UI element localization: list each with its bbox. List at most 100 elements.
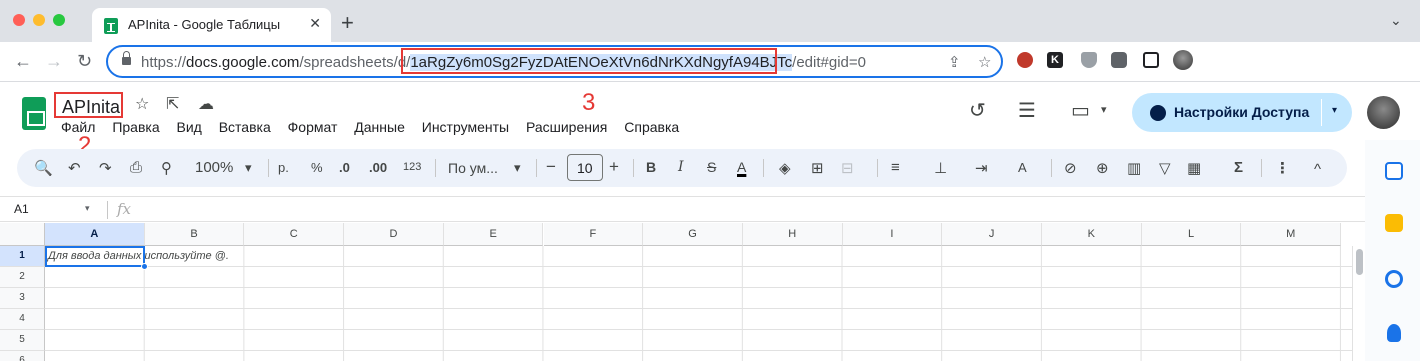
decrease-font-size-button[interactable]: −	[546, 157, 556, 177]
increase-decimal-button[interactable]: .00	[369, 160, 387, 175]
column-header-h[interactable]: H	[742, 223, 843, 246]
font-caret-icon[interactable]: ▾	[514, 160, 521, 176]
row-header-4[interactable]: 4	[0, 309, 45, 330]
sheets-logo-icon[interactable]	[22, 97, 46, 130]
column-header-l[interactable]: L	[1141, 223, 1242, 246]
lock-icon[interactable]	[122, 51, 131, 67]
menu-edit[interactable]: Правка	[112, 119, 159, 135]
back-button[interactable]: ←	[14, 51, 32, 72]
move-folder-icon[interactable]: ⇱	[166, 94, 179, 114]
row-header-5[interactable]: 5	[0, 330, 45, 351]
menu-file[interactable]: Файл	[61, 119, 95, 135]
functions-icon[interactable]: Σ	[1234, 159, 1243, 176]
print-icon[interactable]: ⎙	[130, 159, 142, 176]
k-ext-icon[interactable]: K	[1047, 52, 1063, 68]
forward-button[interactable]: →	[45, 51, 63, 72]
profile-avatar[interactable]	[1173, 50, 1193, 70]
close-window-button[interactable]	[13, 14, 25, 26]
version-history-icon[interactable]: ↺	[969, 98, 986, 123]
browser-tab[interactable]: APInita - Google Таблицы ✕	[92, 8, 331, 42]
insert-link-icon[interactable]: ⊘	[1064, 159, 1077, 177]
bookmark-star-icon[interactable]: ☆	[978, 53, 991, 71]
strikethrough-button[interactable]: S	[707, 159, 716, 175]
column-header-f[interactable]: F	[543, 223, 644, 246]
menu-extensions[interactable]: Расширения	[526, 119, 607, 135]
share-dropdown-icon[interactable]: ▾	[1332, 105, 1337, 116]
zoom-select[interactable]: 100%	[195, 159, 233, 176]
redo-icon[interactable]: ↷	[99, 159, 112, 177]
scrollbar-thumb[interactable]	[1356, 249, 1363, 275]
horizontal-align-icon[interactable]: ≡	[891, 159, 900, 176]
puzzle-ext-icon[interactable]	[1017, 52, 1033, 68]
column-header-d[interactable]: D	[344, 223, 444, 246]
text-wrap-icon[interactable]: ⇥	[975, 159, 988, 177]
reload-button[interactable]: ↻	[77, 51, 92, 72]
share-page-icon[interactable]: ⇪	[948, 53, 961, 71]
menu-data[interactable]: Данные	[354, 119, 405, 135]
number-format-button[interactable]: 123	[403, 161, 421, 173]
row-header-3[interactable]: 3	[0, 288, 45, 309]
document-title[interactable]: APInita	[54, 92, 123, 118]
column-header-c[interactable]: C	[244, 223, 345, 246]
vertical-align-icon[interactable]: ⊥	[934, 159, 947, 177]
insert-chart-icon[interactable]: ▥	[1127, 159, 1141, 177]
menu-tools[interactable]: Инструменты	[422, 119, 509, 135]
filter-icon[interactable]: ▽	[1159, 159, 1171, 177]
more-options-icon[interactable]: ⋮	[1275, 159, 1290, 177]
italic-button[interactable]: I	[678, 159, 684, 175]
menu-format[interactable]: Формат	[288, 119, 338, 135]
menu-view[interactable]: Вид	[177, 119, 202, 135]
row-header-2[interactable]: 2	[0, 267, 45, 288]
star-icon[interactable]: ☆	[135, 94, 149, 114]
currency-format-button[interactable]: р.	[278, 160, 289, 175]
fill-handle[interactable]	[141, 263, 148, 270]
column-header-e[interactable]: E	[443, 223, 544, 246]
spreadsheet-grid[interactable]: ABCDEFGHIJKLM 123456 Для ввода данных ис…	[0, 223, 1352, 361]
search-menus-icon[interactable]: 🔍	[34, 159, 53, 177]
font-select[interactable]: По ум...	[448, 160, 498, 176]
row-header-6[interactable]: 6	[0, 351, 45, 361]
meet-caret-icon[interactable]: ▾	[1101, 103, 1107, 116]
font-size-input[interactable]: 10	[567, 154, 603, 181]
name-box[interactable]: A1	[14, 202, 29, 216]
column-header-i[interactable]: I	[842, 223, 943, 246]
insert-comment-icon[interactable]: ⊕	[1096, 159, 1109, 177]
cloud-status-icon[interactable]: ☁	[198, 94, 214, 114]
name-box-caret-icon[interactable]: ▾	[85, 203, 90, 214]
cell-area[interactable]	[45, 246, 1352, 361]
menu-insert[interactable]: Вставка	[219, 119, 271, 135]
select-all-corner[interactable]	[0, 223, 45, 246]
percent-format-button[interactable]: %	[311, 160, 323, 175]
tab-search-icon[interactable]: ⌄	[1390, 12, 1402, 29]
column-header-g[interactable]: G	[643, 223, 743, 246]
new-tab-button[interactable]: +	[341, 10, 354, 36]
extensions-puzzle-icon[interactable]	[1111, 52, 1127, 68]
text-color-button[interactable]: A	[737, 159, 746, 175]
row-header-1[interactable]: 1	[0, 246, 45, 267]
column-header-m[interactable]: M	[1241, 223, 1342, 246]
shield-ext-icon[interactable]	[1081, 52, 1097, 68]
bold-button[interactable]: B	[646, 159, 656, 175]
share-button[interactable]: Настройки Доступа ▾	[1132, 93, 1352, 132]
tasks-icon[interactable]	[1385, 270, 1403, 288]
borders-icon[interactable]: ⊞	[811, 159, 824, 177]
text-rotation-icon[interactable]: A	[1018, 160, 1027, 175]
minimize-window-button[interactable]	[33, 14, 45, 26]
collapse-toolbar-icon[interactable]: ^	[1314, 161, 1321, 178]
calendar-icon[interactable]	[1385, 162, 1403, 180]
column-header-a[interactable]: A	[45, 223, 145, 246]
maximize-window-button[interactable]	[53, 14, 65, 26]
keep-icon[interactable]	[1385, 214, 1403, 232]
vertical-scrollbar[interactable]	[1352, 246, 1365, 361]
column-header-k[interactable]: K	[1042, 223, 1142, 246]
zoom-caret-icon[interactable]: ▾	[245, 160, 252, 176]
menu-help[interactable]: Справка	[624, 119, 679, 135]
filter-views-icon[interactable]: ▦	[1187, 159, 1201, 177]
comments-icon[interactable]: ☰	[1018, 98, 1036, 123]
undo-icon[interactable]: ↶	[68, 159, 81, 177]
paint-format-icon[interactable]: ⚲	[161, 159, 172, 177]
contacts-icon[interactable]	[1387, 324, 1401, 342]
column-header-b[interactable]: B	[144, 223, 245, 246]
meet-video-icon[interactable]: ▭	[1071, 98, 1090, 123]
close-tab-icon[interactable]: ✕	[309, 15, 321, 32]
